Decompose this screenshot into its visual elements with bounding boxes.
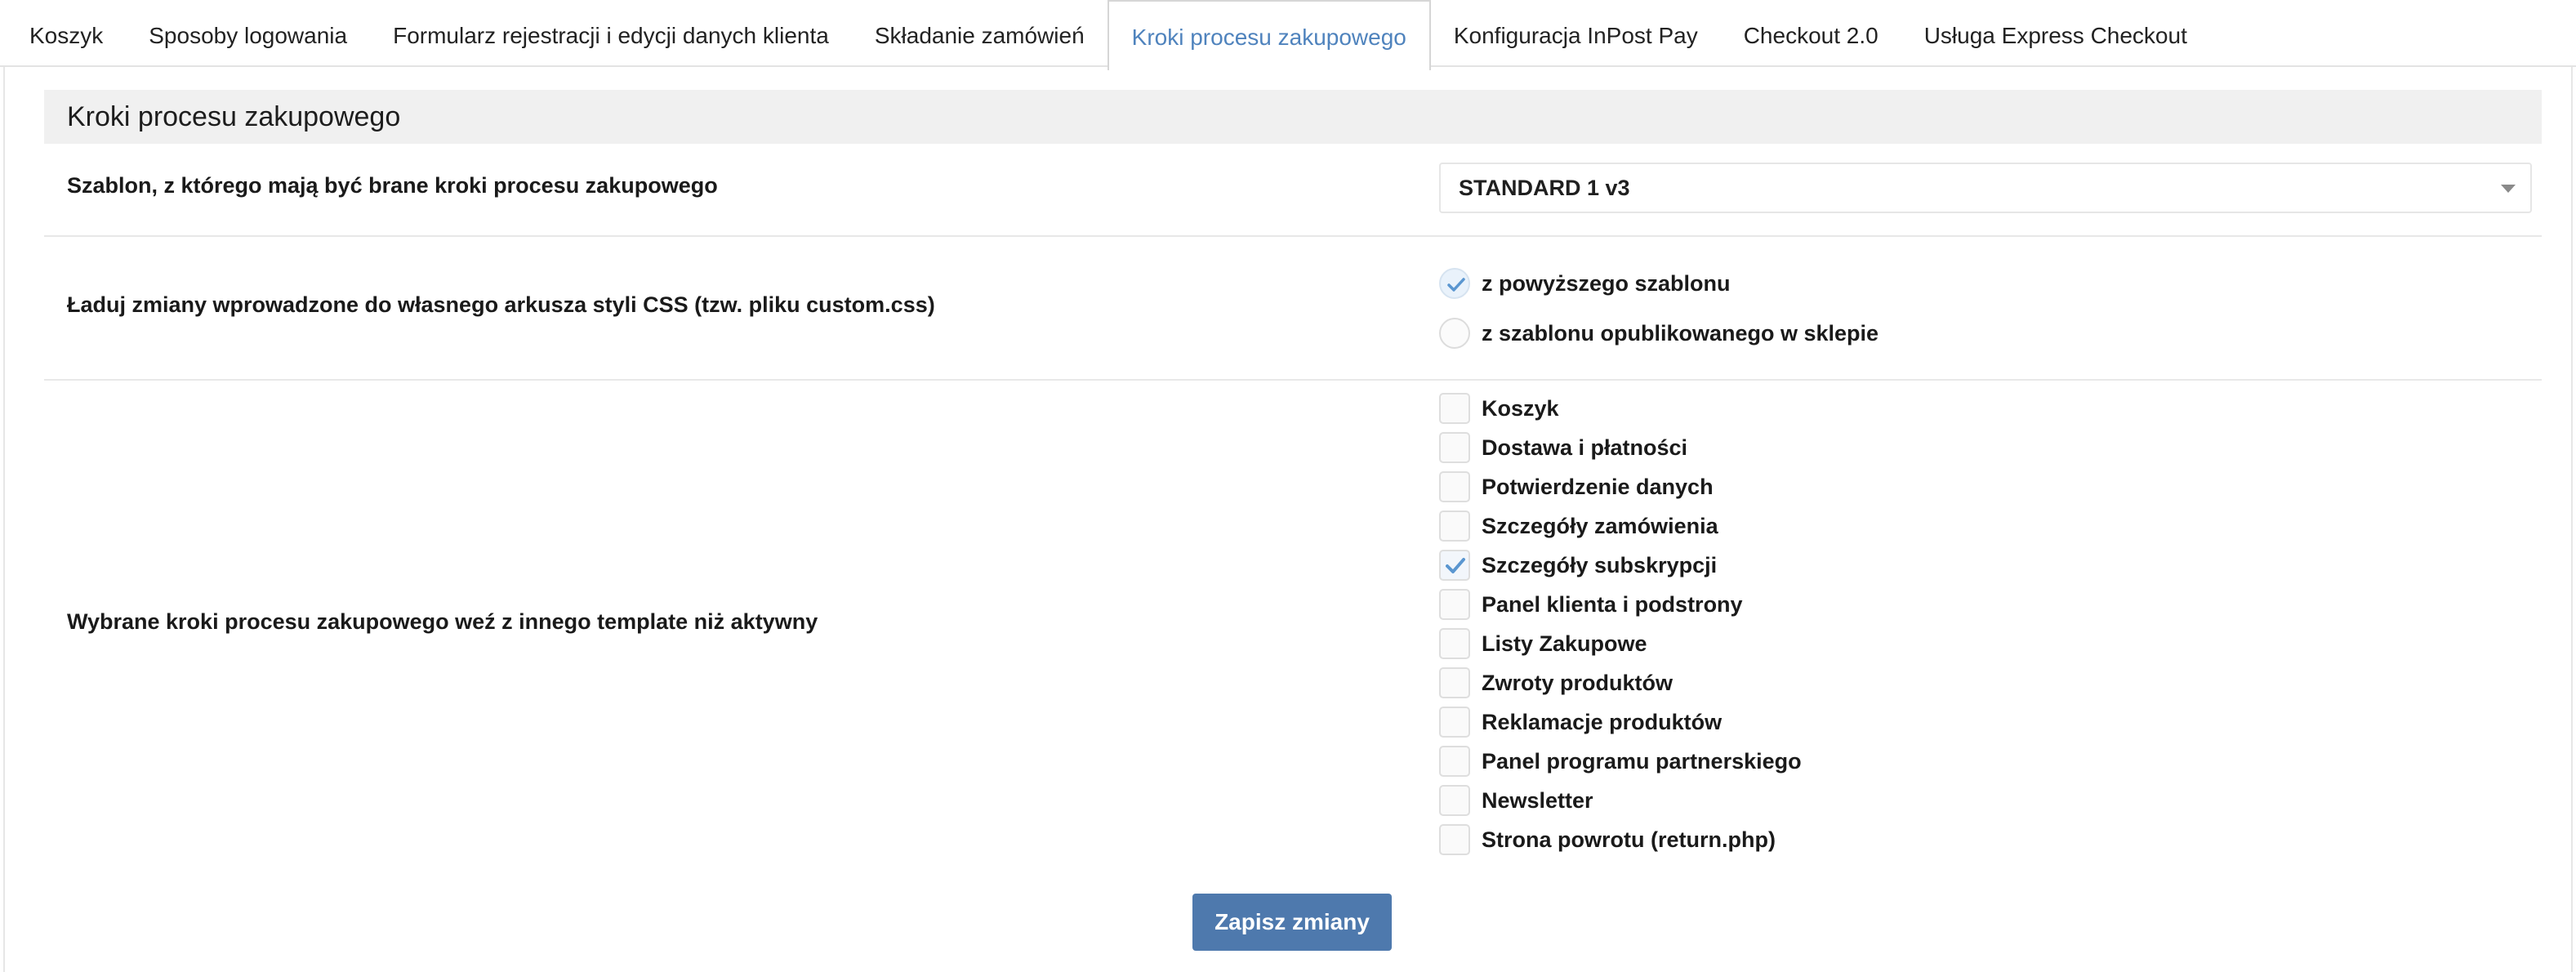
checkbox[interactable] — [1439, 824, 1470, 855]
template-label: Szablon, z którego mają być brane kroki … — [67, 173, 718, 198]
checkbox-label: Reklamacje produktów — [1482, 709, 1723, 734]
checkbox[interactable] — [1439, 785, 1470, 816]
section-header: Kroki procesu zakupowego — [44, 90, 2542, 144]
checkbox[interactable] — [1439, 432, 1470, 463]
steps-checkbox-list: Koszyk Dostawa i płatności Potwierdzenie… — [1439, 389, 1802, 859]
checkbox-label: Koszyk — [1482, 395, 1559, 421]
radio-unchecked[interactable] — [1439, 318, 1470, 349]
panel-left-border — [3, 67, 5, 972]
radio-label: z szablonu opublikowanego w sklepie — [1482, 320, 1879, 346]
checkbox-checked[interactable] — [1439, 550, 1470, 581]
check-icon — [1447, 278, 1465, 292]
tab-usluga-express-checkout[interactable]: Usługa Express Checkout — [1901, 0, 2210, 72]
radio-label: z powyższego szablonu — [1482, 270, 1731, 296]
steps-label: Wybrane kroki procesu zakupowego weź z i… — [67, 609, 818, 634]
checkbox-label: Newsletter — [1482, 787, 1593, 813]
checkbox-label: Listy Zakupowe — [1482, 631, 1647, 656]
checkbox[interactable] — [1439, 393, 1470, 424]
tab-bar: Koszyk Sposoby logowania Formularz rejes… — [0, 0, 2576, 70]
checkbox-item-koszyk[interactable]: Koszyk — [1439, 389, 1802, 428]
checkbox-item-dostawa[interactable]: Dostawa i płatności — [1439, 428, 1802, 467]
checkbox-item-potwierdzenie[interactable]: Potwierdzenie danych — [1439, 467, 1802, 506]
tab-sposoby-logowania[interactable]: Sposoby logowania — [126, 0, 370, 72]
tab-konfiguracja-inpost-pay[interactable]: Konfiguracja InPost Pay — [1431, 0, 1721, 72]
checkbox[interactable] — [1439, 628, 1470, 659]
checkbox-item-strona-powrotu[interactable]: Strona powrotu (return.php) — [1439, 820, 1802, 859]
css-source-label: Ładuj zmiany wprowadzone do własnego ark… — [67, 292, 935, 317]
checkbox-label: Szczegóły subskrypcji — [1482, 552, 1718, 577]
row-divider — [44, 379, 2542, 381]
checkbox[interactable] — [1439, 511, 1470, 542]
checkbox-label: Szczegóły zamówienia — [1482, 513, 1718, 538]
checkbox-label: Zwroty produktów — [1482, 670, 1673, 695]
checkbox-label: Dostawa i płatności — [1482, 435, 1688, 460]
checkbox-item-listy-zakupowe[interactable]: Listy Zakupowe — [1439, 624, 1802, 663]
section-title: Kroki procesu zakupowego — [67, 101, 401, 132]
checkbox[interactable] — [1439, 667, 1470, 698]
checkbox[interactable] — [1439, 746, 1470, 777]
radio-checked[interactable] — [1439, 268, 1470, 299]
template-select-value: STANDARD 1 v3 — [1459, 176, 1630, 200]
checkbox-label: Potwierdzenie danych — [1482, 474, 1714, 499]
panel-right-border — [2571, 67, 2573, 972]
tab-list: Koszyk Sposoby logowania Formularz rejes… — [0, 0, 2576, 70]
checkbox[interactable] — [1439, 707, 1470, 738]
tab-formularz-rejestracji[interactable]: Formularz rejestracji i edycji danych kl… — [370, 0, 852, 72]
checkbox-item-szczegoly-zamowienia[interactable]: Szczegóły zamówienia — [1439, 506, 1802, 546]
checkbox[interactable] — [1439, 471, 1470, 502]
checkbox-label: Panel klienta i podstrony — [1482, 591, 1743, 617]
caret-down-icon — [2501, 185, 2516, 193]
checkbox-label: Panel programu partnerskiego — [1482, 748, 1802, 774]
tab-skladanie-zamowien[interactable]: Składanie zamówień — [852, 0, 1108, 72]
check-icon — [1446, 558, 1465, 573]
radio-option-current-template[interactable]: z powyższego szablonu — [1439, 265, 1731, 301]
tab-kroki-procesu-zakupowego[interactable]: Kroki procesu zakupowego — [1107, 0, 1431, 70]
checkbox-item-panel-klienta[interactable]: Panel klienta i podstrony — [1439, 585, 1802, 624]
radio-option-published-template[interactable]: z szablonu opublikowanego w sklepie — [1439, 315, 1879, 351]
checkbox-item-szczegoly-subskrypcji[interactable]: Szczegóły subskrypcji — [1439, 546, 1802, 585]
checkbox-item-program-partnerski[interactable]: Panel programu partnerskiego — [1439, 742, 1802, 781]
save-button[interactable]: Zapisz zmiany — [1192, 894, 1392, 951]
checkbox-item-reklamacje[interactable]: Reklamacje produktów — [1439, 702, 1802, 742]
checkbox[interactable] — [1439, 589, 1470, 620]
checkbox-item-zwroty[interactable]: Zwroty produktów — [1439, 663, 1802, 702]
tab-koszyk[interactable]: Koszyk — [7, 0, 126, 72]
checkbox-item-newsletter[interactable]: Newsletter — [1439, 781, 1802, 820]
template-select[interactable]: STANDARD 1 v3 — [1439, 163, 2532, 213]
checkbox-label: Strona powrotu (return.php) — [1482, 827, 1776, 852]
tab-checkout-2[interactable]: Checkout 2.0 — [1721, 0, 1901, 72]
row-divider — [44, 235, 2542, 237]
